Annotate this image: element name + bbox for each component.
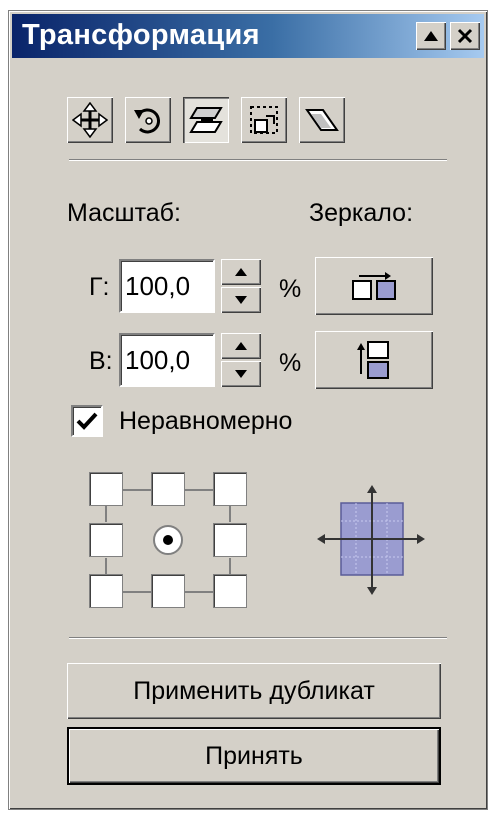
move-arrows-icon xyxy=(72,102,108,138)
anchor-connector xyxy=(105,558,107,574)
horizontal-label: Г: xyxy=(89,273,110,301)
size-icon xyxy=(250,106,278,134)
vertical-unit-label: % xyxy=(279,349,302,377)
nonproportional-checkbox[interactable] xyxy=(71,405,103,437)
apply-button[interactable]: Принять xyxy=(67,727,441,785)
horizontal-scale-down-button[interactable] xyxy=(221,287,261,313)
vertical-label: В: xyxy=(89,347,113,375)
anchor-bottom-right[interactable] xyxy=(213,574,247,608)
window-title: Трансформация xyxy=(22,19,260,51)
anchor-top-center[interactable] xyxy=(151,472,185,506)
anchor-selected-dot xyxy=(163,535,173,545)
arrow-down-icon xyxy=(235,370,247,378)
mirror-horizontal-icon xyxy=(352,272,396,300)
mirror-horizontal-button[interactable] xyxy=(315,257,433,315)
arrow-down-icon xyxy=(235,296,247,304)
mirror-vertical-icon xyxy=(357,341,389,379)
vertical-scale-up-button[interactable] xyxy=(221,333,261,359)
tab-position[interactable] xyxy=(67,97,113,143)
anchor-top-left[interactable] xyxy=(89,472,123,506)
anchor-connector xyxy=(123,591,151,593)
horizontal-scale-spinner xyxy=(221,259,261,313)
tab-scale-mirror[interactable] xyxy=(183,97,229,143)
tab-size[interactable] xyxy=(241,97,287,143)
anchor-middle-left[interactable] xyxy=(89,523,123,557)
skew-icon xyxy=(305,109,339,131)
mirror-vertical-button[interactable] xyxy=(315,331,433,389)
anchor-connector xyxy=(185,489,213,491)
transformation-docker: Трансформация Масштаб: Зеркало: Г: 100,0… xyxy=(8,10,488,810)
anchor-connector xyxy=(229,558,231,574)
collapse-button[interactable] xyxy=(416,22,446,50)
separator-top xyxy=(69,159,447,161)
triangle-up-icon xyxy=(424,31,438,41)
rotate-icon xyxy=(134,108,160,134)
vertical-scale-spinner xyxy=(221,333,261,387)
apply-duplicate-button[interactable]: Применить дубликат xyxy=(67,663,441,719)
horizontal-unit-label: % xyxy=(279,275,302,303)
horizontal-scale-up-button[interactable] xyxy=(221,259,261,285)
arrow-up-icon xyxy=(235,342,247,350)
anchor-center[interactable] xyxy=(153,525,183,555)
tab-rotate[interactable] xyxy=(125,97,171,143)
scale-mirror-icon xyxy=(189,107,223,133)
anchor-connector xyxy=(185,591,213,593)
checkmark-icon xyxy=(76,412,98,430)
close-icon xyxy=(457,28,473,44)
anchor-connector xyxy=(105,506,107,522)
tab-skew[interactable] xyxy=(299,97,345,143)
scale-preview-icon xyxy=(317,485,425,595)
arrow-up-icon xyxy=(235,268,247,276)
nonproportional-label: Неравномерно xyxy=(119,407,293,435)
anchor-middle-right[interactable] xyxy=(213,523,247,557)
separator-bottom xyxy=(69,637,447,639)
vertical-scale-input[interactable] xyxy=(119,333,215,387)
anchor-bottom-left[interactable] xyxy=(89,574,123,608)
mirror-label: Зеркало: xyxy=(309,199,414,227)
close-button[interactable] xyxy=(450,22,480,50)
anchor-top-right[interactable] xyxy=(213,472,247,506)
title-bar[interactable]: Трансформация xyxy=(12,14,484,58)
horizontal-scale-input[interactable] xyxy=(119,259,215,313)
anchor-connector xyxy=(229,506,231,522)
vertical-scale-down-button[interactable] xyxy=(221,361,261,387)
anchor-bottom-center[interactable] xyxy=(151,574,185,608)
scale-label: Масштаб: xyxy=(67,199,181,227)
anchor-connector xyxy=(123,489,151,491)
